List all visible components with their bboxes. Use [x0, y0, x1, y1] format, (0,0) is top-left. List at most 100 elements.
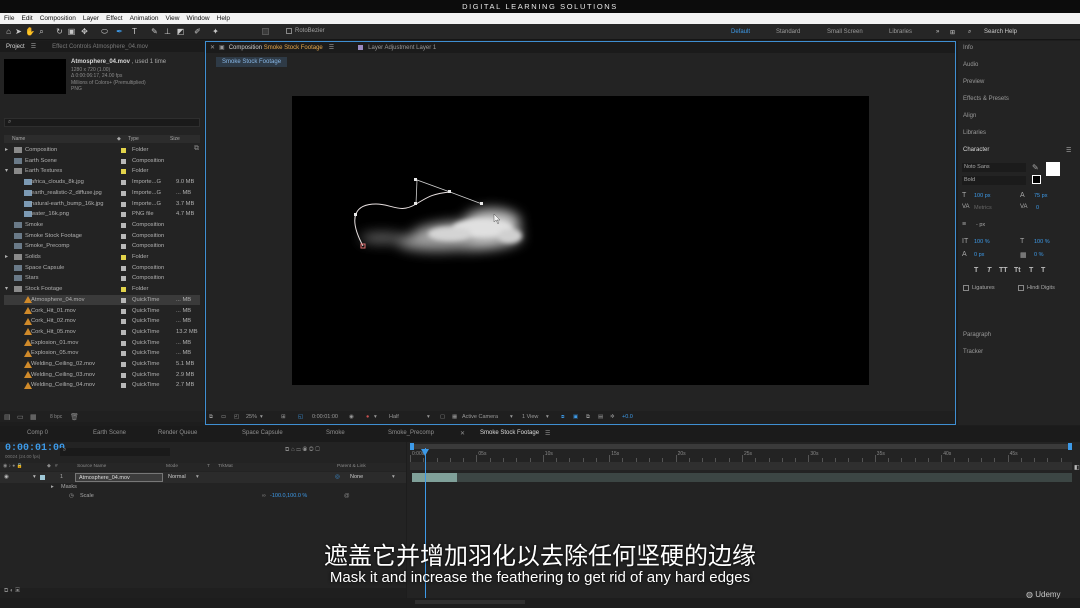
- timeline-tab[interactable]: Space Capsule: [242, 430, 283, 436]
- col-source-name[interactable]: Source Name: [77, 463, 106, 471]
- pan-behind-tool-icon[interactable]: ✥: [80, 27, 89, 36]
- interpret-footage-icon[interactable]: ▤: [4, 413, 11, 421]
- col-parent[interactable]: Parent & Link: [337, 463, 366, 471]
- chevron-down-icon[interactable]: ▾: [392, 472, 395, 483]
- project-item[interactable]: Cork_Hit_01.mov QuickTime ... MB: [4, 306, 200, 317]
- label-color-swatch[interactable]: [121, 287, 126, 293]
- layer-mode-select[interactable]: Normal: [168, 472, 186, 483]
- all-caps-button[interactable]: TT: [999, 267, 1008, 274]
- label-color-swatch[interactable]: [121, 244, 126, 250]
- label-color-swatch[interactable]: [121, 297, 126, 303]
- zoom-select[interactable]: 25%: [246, 411, 257, 424]
- bit-depth[interactable]: 8 bpc: [50, 414, 62, 420]
- project-item[interactable]: Explosion_01.mov QuickTime ... MB: [4, 338, 200, 349]
- scroll-handle-icon[interactable]: ◧: [1074, 464, 1080, 471]
- timeline-icon[interactable]: ▤: [598, 411, 603, 424]
- stroke-color-swatch[interactable]: [1032, 175, 1041, 184]
- font-family-select[interactable]: Noto Sans: [962, 163, 1026, 172]
- zoom-slider[interactable]: [415, 600, 525, 604]
- menu-help[interactable]: Help: [217, 15, 230, 22]
- chevron-down-icon[interactable]: ▾: [374, 411, 377, 424]
- hindi-digits-checkbox[interactable]: [1018, 285, 1024, 291]
- snapshot-icon[interactable]: ◉: [349, 411, 354, 424]
- reset-exposure-icon[interactable]: ✲: [610, 411, 615, 424]
- panel-menu-icon[interactable]: ☰: [1066, 147, 1071, 154]
- layer-row[interactable]: ◉ ▾ 1 Atmosphere_04.mov Normal ▾ ◎ None …: [0, 472, 406, 483]
- mask-toggle-icon[interactable]: ◰: [234, 411, 239, 424]
- puppet-pin-tool-icon[interactable]: ✦: [211, 27, 220, 36]
- panel-audio[interactable]: Audio: [963, 62, 978, 68]
- project-item[interactable]: ▾ Stock Footage Folder: [4, 284, 200, 295]
- clone-stamp-tool-icon[interactable]: ⊥: [163, 27, 172, 36]
- workspace-libraries[interactable]: Libraries: [889, 29, 912, 35]
- selection-tool-icon[interactable]: ➤: [14, 27, 23, 36]
- label-color-swatch[interactable]: [121, 233, 126, 239]
- mask-vertex[interactable]: [414, 178, 417, 181]
- parent-pickwhip-icon[interactable]: ◎: [335, 472, 340, 483]
- timeline-footer-icons[interactable]: ⧉ ◐ ▣: [4, 588, 20, 595]
- label-color-swatch[interactable]: [121, 265, 126, 271]
- mask-vertex[interactable]: [354, 213, 357, 216]
- panel-effects-presets[interactable]: Effects & Presets: [963, 96, 1009, 102]
- region-of-interest-icon[interactable]: ◱: [298, 411, 303, 424]
- comp-breadcrumb[interactable]: Smoke Stock Footage: [216, 57, 288, 67]
- panel-info[interactable]: Info: [963, 45, 973, 51]
- layer-parent-select[interactable]: None: [350, 472, 363, 483]
- panel-preview[interactable]: Preview: [963, 79, 984, 85]
- workspace-default[interactable]: Default: [731, 29, 750, 35]
- project-item[interactable]: Smoke_Precomp Composition: [4, 241, 200, 252]
- layer-duration-bar[interactable]: [412, 473, 457, 482]
- project-item[interactable]: Welding_Ceiling_04.mov QuickTime 2.7 MB: [4, 380, 200, 391]
- leading-value[interactable]: 75 px: [1034, 193, 1047, 199]
- panel-menu-icon[interactable]: ☰: [545, 430, 550, 437]
- col-t[interactable]: T: [207, 463, 210, 471]
- new-folder-icon[interactable]: ▭: [17, 413, 24, 421]
- rotate-tool-icon[interactable]: ↻: [55, 27, 64, 36]
- layer-name[interactable]: Atmosphere_04.mov: [75, 473, 163, 482]
- camera-tool-icon[interactable]: ▣: [67, 27, 76, 36]
- superscript-button[interactable]: T: [1029, 267, 1033, 274]
- timeline-tab[interactable]: Smoke Stock Footage: [480, 430, 539, 436]
- project-item[interactable]: africa_clouds_8k.jpg Importe...G 9.0 MB: [4, 177, 200, 188]
- views-select[interactable]: 1 View: [522, 411, 538, 424]
- vertical-scale-value[interactable]: 100 %: [974, 239, 990, 245]
- panel-paragraph[interactable]: Paragraph: [963, 332, 991, 338]
- scale-value[interactable]: -100.0,100.0 %: [270, 492, 307, 501]
- pen-tool-icon[interactable]: ✒: [115, 27, 124, 36]
- col-type[interactable]: Type: [128, 135, 139, 143]
- flowchart-icon[interactable]: ⧉: [586, 411, 590, 424]
- work-area-start[interactable]: [410, 443, 414, 450]
- label-color-swatch[interactable]: [121, 276, 126, 282]
- font-size-value[interactable]: 100 px: [974, 193, 991, 199]
- label-color-swatch[interactable]: [121, 222, 126, 228]
- chevron-down-icon[interactable]: ▾: [196, 472, 199, 483]
- project-item[interactable]: natural-earth_bump_16k.jpg Importe...G 3.7…: [4, 199, 200, 210]
- chevron-down-icon[interactable]: ▾: [510, 411, 513, 424]
- label-color-swatch[interactable]: [121, 212, 126, 218]
- col-size[interactable]: Size: [170, 135, 180, 143]
- menu-file[interactable]: File: [4, 15, 14, 22]
- roto-brush-tool-icon[interactable]: ✐: [193, 27, 202, 36]
- label-color-swatch[interactable]: [121, 158, 126, 164]
- label-color-swatch[interactable]: [121, 180, 126, 186]
- label-color-swatch[interactable]: [121, 169, 126, 175]
- project-item[interactable]: ▸ Solids Folder: [4, 252, 200, 263]
- timeline-tab[interactable]: Smoke_Precomp: [388, 430, 434, 436]
- close-icon[interactable]: ✕: [460, 430, 465, 437]
- project-item[interactable]: Smoke Stock Footage Composition: [4, 231, 200, 242]
- label-color-swatch[interactable]: [121, 319, 126, 325]
- resolution-select[interactable]: Half: [389, 411, 399, 424]
- panel-character[interactable]: Character: [963, 147, 989, 153]
- ligatures-checkbox[interactable]: [963, 285, 969, 291]
- tab-layer[interactable]: Layer Adjustment Layer 1: [368, 45, 436, 51]
- time-ruler[interactable]: 0:00s 05s 10s 15s 20s 25s 30s 35s 40s 45s: [410, 450, 1072, 462]
- menu-window[interactable]: Window: [187, 15, 210, 22]
- menu-view[interactable]: View: [166, 15, 180, 22]
- faux-italic-button[interactable]: T: [987, 267, 991, 274]
- menu-composition[interactable]: Composition: [40, 15, 76, 22]
- menu-layer[interactable]: Layer: [83, 15, 99, 22]
- project-item[interactable]: Cork_Hit_02.mov QuickTime ... MB: [4, 316, 200, 327]
- expand-chevron-icon[interactable]: ▾: [5, 284, 8, 295]
- new-composition-icon[interactable]: ▦: [30, 413, 37, 421]
- scale-row[interactable]: ◷ Scale ∞ -100.0,100.0 % @: [0, 492, 406, 501]
